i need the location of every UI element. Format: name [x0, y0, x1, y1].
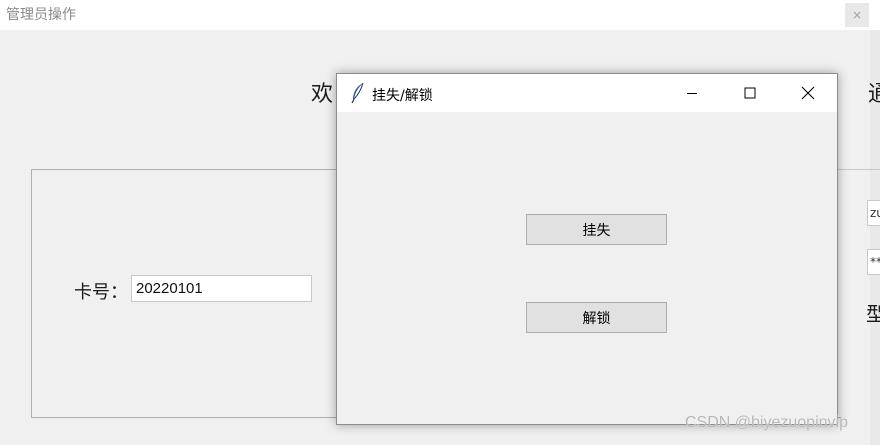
card-number-label: 卡号： [74, 282, 128, 303]
dialog-title: 挂失/解锁 [372, 88, 433, 104]
minimize-button[interactable] [663, 74, 721, 112]
card-number-input[interactable]: 20220101 [131, 275, 312, 302]
welcome-heading: 欢 [311, 82, 334, 107]
background-window-title: 管理员操作 [6, 7, 76, 23]
feather-icon [351, 82, 364, 104]
report-loss-unlock-dialog: 挂失/解锁 挂失 解锁 [336, 73, 838, 425]
heading-right-fragment: 通 [868, 82, 880, 107]
minimize-icon [687, 93, 697, 94]
maximize-icon [744, 87, 756, 99]
dialog-titlebar[interactable]: 挂失/解锁 [337, 74, 837, 112]
maximize-button[interactable] [721, 74, 779, 112]
report-loss-button[interactable]: 挂失 [526, 214, 667, 245]
edge-input-1[interactable]: zu [867, 200, 880, 226]
close-button[interactable] [779, 74, 837, 112]
edge-input-2[interactable]: ** [867, 249, 880, 275]
background-titlebar: 管理员操作 × [0, 0, 880, 30]
unlock-button[interactable]: 解锁 [526, 302, 667, 333]
background-close-button[interactable]: × [845, 3, 869, 27]
csdn-watermark: CSDN @biyezuopinvip [685, 414, 848, 431]
edge-label-fragment: 型 [866, 302, 880, 326]
close-icon [801, 86, 815, 100]
frame-divider [838, 169, 880, 170]
